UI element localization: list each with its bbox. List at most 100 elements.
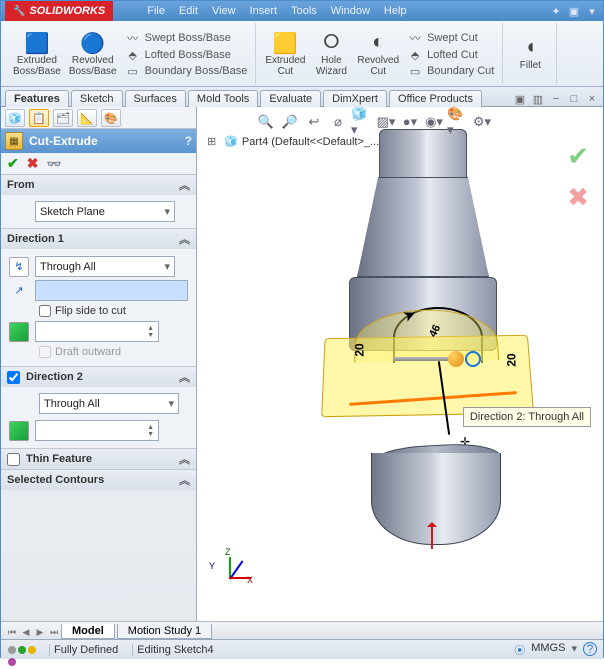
help-star-icon[interactable]: ✦ [549, 4, 563, 18]
view-settings-icon[interactable]: ⚙▾ [471, 111, 493, 133]
tab-dimxpert[interactable]: DimXpert [323, 90, 387, 107]
extruded-boss-button[interactable]: 🟦ExtrudedBoss/Base [9, 29, 65, 79]
cube-icon[interactable]: ▣ [567, 4, 581, 18]
tab-office-products[interactable]: Office Products [389, 90, 482, 107]
dimension-20-right[interactable]: 20 [505, 353, 519, 366]
status-editing: Editing Sketch4 [132, 644, 217, 656]
tab-sketch[interactable]: Sketch [71, 90, 123, 107]
tab-scroll-first[interactable]: ⏮ [5, 625, 19, 639]
hole-wizard-button[interactable]: ⭘HoleWizard [309, 29, 353, 79]
lofted-boss-button[interactable]: ⬘Lofted Boss/Base [121, 48, 252, 63]
app-logo: SOLIDWORKS [5, 1, 113, 21]
pm-tab-bar: 🧊 📋 🗂 📐 🎨 [1, 107, 196, 129]
status-units[interactable]: MMGS [531, 642, 565, 658]
status-help-icon[interactable]: ? [583, 642, 597, 656]
tooltip: Direction 2: Through All [463, 407, 591, 427]
tab-surfaces[interactable]: Surfaces [125, 90, 186, 107]
window-tile-icon[interactable]: ▥ [531, 92, 545, 106]
boundary-boss-button[interactable]: ▭Boundary Boss/Base [121, 64, 252, 79]
from-condition-select[interactable]: Sketch Plane [35, 201, 175, 222]
display-style-icon[interactable]: ▨▾ [375, 111, 397, 133]
status-definition: Fully Defined [49, 644, 122, 656]
zoom-area-icon[interactable]: 🔎 [279, 111, 301, 133]
direction-arrow[interactable] [431, 523, 433, 549]
menu-file[interactable]: File [141, 3, 171, 19]
dir1-reverse-button[interactable]: ↯ [9, 257, 29, 277]
lofted-cut-button[interactable]: ⬘Lofted Cut [403, 48, 498, 63]
boundary-cut-button[interactable]: ▭Boundary Cut [403, 64, 498, 79]
command-manager-tabs: Features Sketch Surfaces Mold Tools Eval… [1, 87, 603, 107]
section-thin-feature: Thin Feature︽ [1, 449, 196, 470]
menu-view[interactable]: View [206, 3, 242, 19]
pm-tab-property-manager[interactable]: 📋 [29, 109, 49, 127]
status-bar: Fully Defined Editing Sketch4 ⦿ MMGS ▾ ? [1, 639, 603, 659]
section-from-header[interactable]: From︽ [1, 175, 196, 195]
view-toolbar: 🔍 🔎 ↩ ⌀ 🧊▾ ▨▾ ●▾ ◉▾ 🎨▾ ⚙▾ [255, 111, 493, 133]
tab-evaluate[interactable]: Evaluate [260, 90, 321, 107]
flip-side-checkbox[interactable]: Flip side to cut [39, 305, 188, 317]
status-units-dropdown-icon[interactable]: ▾ [571, 642, 577, 658]
doc-tab-model[interactable]: Model [61, 624, 115, 639]
pm-tab-config[interactable]: 🗂 [53, 109, 73, 127]
window-close-icon[interactable]: × [585, 92, 599, 106]
section-view-icon[interactable]: ⌀ [327, 111, 349, 133]
tab-scroll-prev[interactable]: ◀ [19, 625, 33, 639]
pm-tab-dimxpert[interactable]: 📐 [77, 109, 97, 127]
swept-boss-button[interactable]: 〰Swept Boss/Base [121, 29, 252, 47]
window-max-icon[interactable]: □ [567, 92, 581, 106]
draft-outward-checkbox: Draft outward [39, 346, 188, 358]
section-direction1: Direction 1︽ ↯ Through All ↗ Flip side t… [1, 229, 196, 367]
preview-button[interactable]: 👓 [46, 157, 61, 171]
zoom-fit-icon[interactable]: 🔍 [255, 111, 277, 133]
view-orientation-icon[interactable]: 🧊▾ [351, 111, 373, 133]
tab-scroll-next[interactable]: ▶ [33, 625, 47, 639]
menu-edit[interactable]: Edit [173, 3, 204, 19]
previous-view-icon[interactable]: ↩ [303, 111, 325, 133]
ribbon: 🟦ExtrudedBoss/Base 🔵RevolvedBoss/Base 〰S… [1, 21, 603, 87]
cancel-button[interactable]: ✖ [27, 155, 39, 172]
hide-show-icon[interactable]: ●▾ [399, 111, 421, 133]
section-contours-header[interactable]: Selected Contours︽ [1, 470, 196, 490]
pm-tab-display[interactable]: 🎨 [101, 109, 121, 127]
menu-help[interactable]: Help [378, 3, 413, 19]
swept-cut-button[interactable]: 〰Swept Cut [403, 29, 498, 47]
pm-help-icon[interactable]: ? [185, 134, 192, 148]
window-min-icon[interactable]: − [549, 92, 563, 106]
tab-mold-tools[interactable]: Mold Tools [188, 90, 258, 107]
dir1-end-condition-select[interactable]: Through All [35, 256, 175, 277]
window-cascade-icon[interactable]: ▣ [513, 92, 527, 106]
status-locator-icon[interactable]: ⦿ [514, 642, 525, 658]
menu-tools[interactable]: Tools [285, 3, 323, 19]
dir2-draft-button[interactable] [9, 421, 29, 441]
dir2-draft-angle-field[interactable]: ▲▼ [35, 420, 159, 441]
pm-header: ▦ Cut-Extrude ? [1, 129, 196, 153]
dir1-direction-vector-field[interactable] [35, 280, 188, 301]
menu-insert[interactable]: Insert [244, 3, 284, 19]
direction-handle[interactable] [393, 347, 473, 371]
reference-triad[interactable]: Z Y X [207, 551, 251, 591]
title-bar: SOLIDWORKS File Edit View Insert Tools W… [1, 1, 603, 21]
tab-scroll-last[interactable]: ⏭ [47, 625, 61, 639]
section-direction2-header[interactable]: Direction 2︽ [1, 367, 196, 387]
dropdown-icon[interactable]: ▾ [585, 4, 599, 18]
tab-features[interactable]: Features [5, 90, 69, 107]
doc-tab-motion-study[interactable]: Motion Study 1 [117, 624, 212, 639]
revolved-boss-button[interactable]: 🔵RevolvedBoss/Base [65, 29, 121, 79]
section-thin-header[interactable]: Thin Feature︽ [1, 449, 196, 469]
pm-tab-feature-tree[interactable]: 🧊 [5, 109, 25, 127]
menu-window[interactable]: Window [325, 3, 376, 19]
extruded-cut-button[interactable]: 🟨ExtrudedCut [261, 29, 309, 79]
fillet-button[interactable]: ◖Fillet [508, 34, 552, 73]
menu-bar: File Edit View Insert Tools Window Help [141, 3, 412, 19]
ok-button[interactable]: ✔ [7, 155, 19, 172]
edit-appearance-icon[interactable]: ◉▾ [423, 111, 445, 133]
property-manager: 🧊 📋 🗂 📐 🎨 ▦ Cut-Extrude ? ✔ ✖ 👓 From︽ Sk… [1, 107, 197, 621]
section-direction1-header[interactable]: Direction 1︽ [1, 229, 196, 249]
revolved-cut-button[interactable]: ◐RevolvedCut [353, 29, 403, 79]
dir2-end-condition-select[interactable]: Through All [39, 393, 179, 414]
apply-scene-icon[interactable]: 🎨▾ [447, 111, 469, 133]
dimension-20-left[interactable]: 20 [353, 343, 367, 356]
dir1-draft-angle-field[interactable]: ▲▼ [35, 321, 159, 342]
graphics-viewport[interactable]: 🔍 🔎 ↩ ⌀ 🧊▾ ▨▾ ●▾ ◉▾ 🎨▾ ⚙▾ 🧊Part4 (Defaul… [197, 107, 603, 621]
dir1-draft-button[interactable] [9, 322, 29, 342]
